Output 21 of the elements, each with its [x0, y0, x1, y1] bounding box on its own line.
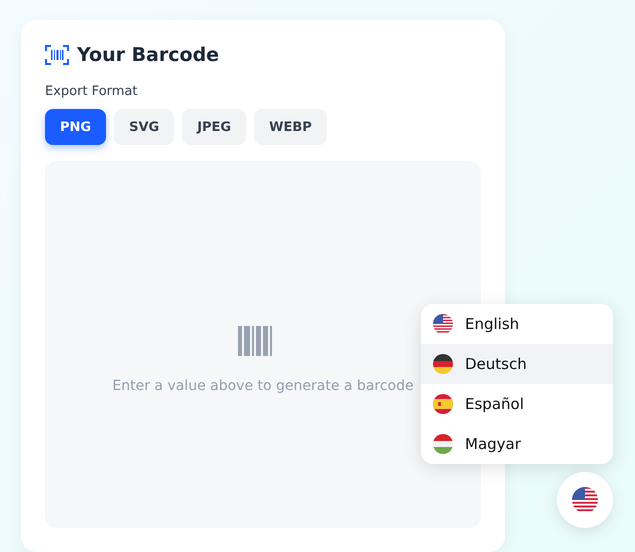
flag-icon [433, 394, 453, 414]
flag-icon [433, 434, 453, 454]
format-button[interactable]: WEBP [254, 109, 327, 145]
barcode-icon [45, 45, 69, 65]
language-name: Deutsch [465, 355, 527, 373]
export-format-label: Export Format [45, 84, 138, 99]
card-title: Your Barcode [77, 44, 220, 66]
language-name: Español [465, 395, 524, 413]
language-option[interactable]: English [421, 304, 613, 344]
language-option[interactable]: Español [421, 384, 613, 424]
language-option[interactable]: Magyar [421, 424, 613, 464]
empty-message: Enter a value above to generate a barcode [112, 378, 414, 394]
flag-icon [433, 314, 453, 334]
flag-icon [433, 354, 453, 374]
language-name: English [465, 315, 520, 333]
flag-icon [572, 487, 598, 513]
format-button[interactable]: JPEG [182, 109, 246, 145]
language-name: Magyar [465, 435, 521, 453]
format-button[interactable]: PNG [45, 109, 106, 145]
language-option[interactable]: Deutsch [421, 344, 613, 384]
format-button[interactable]: SVG [114, 109, 174, 145]
